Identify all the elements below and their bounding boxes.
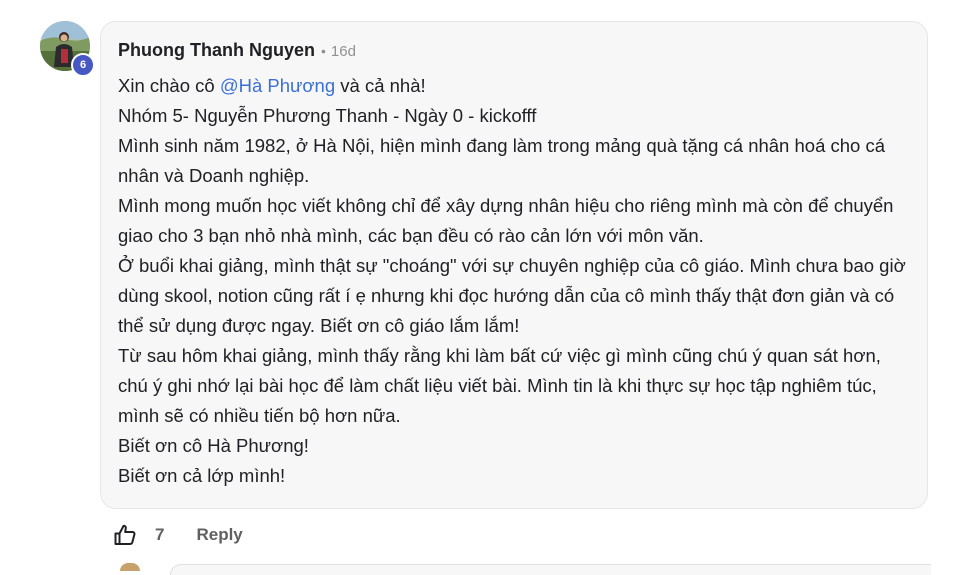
comment-line: Nhóm 5- Nguyễn Phương Thanh - Ngày 0 - k… [118, 105, 537, 126]
author-avatar-container[interactable]: 6 [40, 21, 95, 77]
like-count: 7 [155, 525, 165, 544]
comment-body: Xin chào cô @Hà Phương và cả nhà! Nhóm 5… [118, 71, 910, 491]
next-comment-bubble [170, 564, 931, 575]
like-button[interactable] [113, 523, 137, 547]
comment-line: Từ sau hôm khai giảng, mình thấy rằng kh… [118, 345, 881, 426]
thumbs-up-icon [114, 524, 136, 545]
comment-line: Biết ơn cô Hà Phương! [118, 435, 309, 456]
greeting-suffix: và cả nhà! [335, 75, 426, 96]
comment-timestamp[interactable]: 16d [331, 43, 356, 60]
comment-line: Mình mong muốn học viết không chỉ để xây… [118, 195, 894, 246]
mention-link[interactable]: @Hà Phương [220, 75, 335, 96]
comment-actions: 7 Reply [113, 522, 243, 548]
reply-button[interactable]: Reply [196, 525, 242, 545]
author-name[interactable]: Phuong Thanh Nguyen [118, 40, 315, 61]
comment-line: Mình sinh năm 1982, ở Hà Nội, hiện mình … [118, 135, 886, 186]
level-badge: 6 [71, 53, 95, 77]
next-comment-avatar [120, 563, 140, 571]
comment-line: Biết ơn cả lớp mình! [118, 465, 286, 486]
comment-header: Phuong Thanh Nguyen • 16d [118, 40, 910, 62]
comment-line-greeting: Xin chào cô @Hà Phương và cả nhà! [118, 71, 910, 101]
header-separator: • [320, 43, 326, 59]
comment-bubble: Phuong Thanh Nguyen • 16d Xin chào cô @H… [100, 21, 928, 509]
comment-line: Ở buổi khai giảng, mình thật sự "choáng"… [118, 255, 906, 336]
greeting-prefix: Xin chào cô [118, 75, 220, 96]
